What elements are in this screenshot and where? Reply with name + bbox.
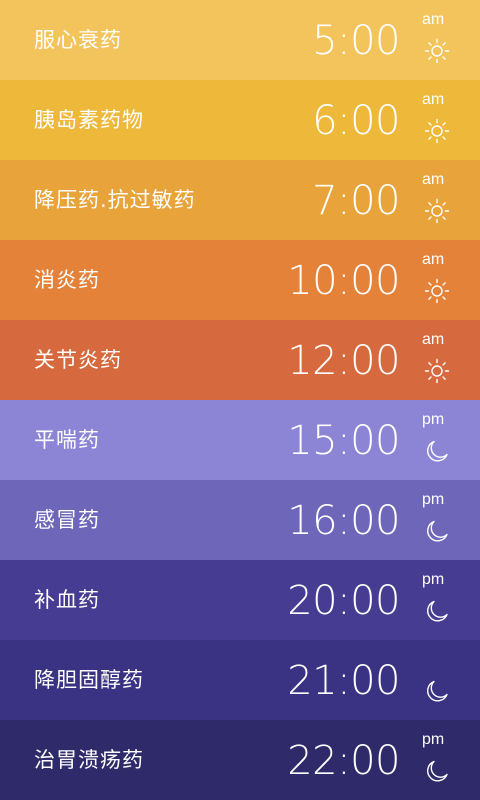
reminder-time: 6:00 xyxy=(312,98,400,144)
reminder-row[interactable]: 平喘药 15:00 pm xyxy=(0,400,480,480)
medication-name: 降压药.抗过敏药 xyxy=(34,188,196,212)
period-label: pm xyxy=(422,571,445,588)
medication-name: 服心衰药 xyxy=(34,28,122,52)
period-label: pm xyxy=(422,731,445,748)
reminder-time: 21:00 xyxy=(287,658,400,704)
period-label: am xyxy=(422,91,445,108)
medication-name: 治胃溃疡药 xyxy=(34,748,144,772)
sun-icon xyxy=(424,278,450,304)
medication-name: 补血药 xyxy=(34,588,100,612)
reminder-time: 7:00 xyxy=(312,178,400,224)
medication-name: 关节炎药 xyxy=(34,348,122,372)
reminder-row[interactable]: 服心衰药 5:00 am xyxy=(0,0,480,80)
reminder-time: 15:00 xyxy=(287,418,400,464)
reminder-time: 5:00 xyxy=(312,18,400,64)
period-label: am xyxy=(422,11,445,28)
reminder-time: 22:00 xyxy=(287,738,400,784)
moon-icon xyxy=(424,438,450,464)
period-label: am xyxy=(422,171,445,188)
sun-icon xyxy=(424,198,450,224)
reminder-time: 20:00 xyxy=(287,578,400,624)
moon-icon xyxy=(424,518,450,544)
reminder-time: 16:00 xyxy=(287,498,400,544)
reminder-row[interactable]: 感冒药 16:00 pm xyxy=(0,480,480,560)
reminder-row[interactable]: 治胃溃疡药 22:00 pm xyxy=(0,720,480,800)
reminder-time: 12:00 xyxy=(287,338,400,384)
sun-icon xyxy=(424,358,450,384)
reminder-row[interactable]: 补血药 20:00 pm xyxy=(0,560,480,640)
period-label: am xyxy=(422,251,445,268)
period-label: pm xyxy=(422,491,445,508)
sun-icon xyxy=(424,38,450,64)
sun-icon xyxy=(424,118,450,144)
moon-icon xyxy=(424,598,450,624)
period-label: pm xyxy=(422,411,445,428)
medication-name: 降胆固醇药 xyxy=(34,668,144,692)
medication-name: 胰岛素药物 xyxy=(34,108,144,132)
reminder-list: 服心衰药 5:00 am 胰岛素药物 6:00 am 降压药.抗过敏药 7:00… xyxy=(0,0,480,800)
moon-icon xyxy=(424,758,450,784)
medication-name: 平喘药 xyxy=(34,428,100,452)
reminder-row[interactable]: 降胆固醇药 21:00 xyxy=(0,640,480,720)
medication-name: 消炎药 xyxy=(34,268,100,292)
period-label: am xyxy=(422,331,445,348)
reminder-time: 10:00 xyxy=(287,258,400,304)
reminder-row[interactable]: 关节炎药 12:00 am xyxy=(0,320,480,400)
medication-name: 感冒药 xyxy=(34,508,100,532)
reminder-row[interactable]: 降压药.抗过敏药 7:00 am xyxy=(0,160,480,240)
reminder-row[interactable]: 消炎药 10:00 am xyxy=(0,240,480,320)
moon-icon xyxy=(424,678,450,704)
reminder-row[interactable]: 胰岛素药物 6:00 am xyxy=(0,80,480,160)
